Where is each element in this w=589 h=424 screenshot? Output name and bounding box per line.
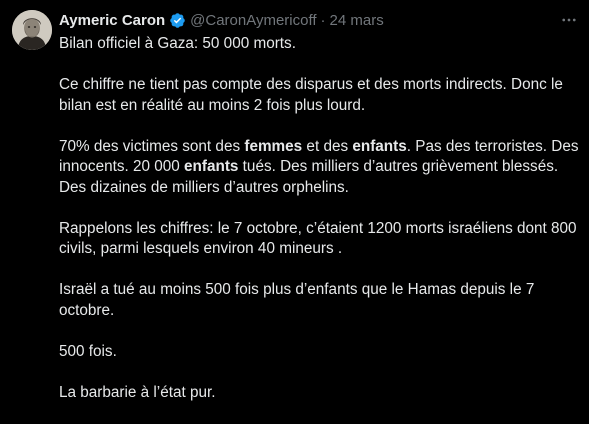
author-handle[interactable]: @CaronAymericoff bbox=[190, 12, 316, 29]
text-segment: 70% des victimes sont des bbox=[59, 137, 245, 155]
bold-text: femmes bbox=[244, 137, 303, 155]
tweet-paragraph: Israël a tué au moins 500 fois plus d’en… bbox=[59, 281, 535, 319]
tweet-paragraph: Bilan officiel à Gaza: 50 000 morts. bbox=[59, 35, 296, 52]
tweet-date[interactable]: 24 mars bbox=[330, 12, 384, 29]
avatar-image bbox=[12, 10, 52, 50]
tweet-paragraph: 70% des victimes sont des femmes et des … bbox=[59, 137, 579, 199]
avatar[interactable] bbox=[12, 10, 52, 50]
tweet-paragraph: La barbarie à l’état pur. bbox=[59, 383, 216, 401]
tweet: Aymeric Caron @CaronAymericoff · 24 mars… bbox=[0, 0, 589, 403]
more-options-icon[interactable] bbox=[559, 10, 579, 30]
tweet-header: Aymeric Caron @CaronAymericoff · 24 mars bbox=[59, 9, 549, 31]
bold-text: enfants bbox=[184, 158, 239, 175]
verified-badge-icon bbox=[169, 12, 186, 29]
author-name[interactable]: Aymeric Caron bbox=[59, 12, 165, 29]
tweet-text: Bilan officiel à Gaza: 50 000 morts. Ce … bbox=[59, 34, 579, 424]
separator-dot: · bbox=[320, 11, 326, 29]
tweet-paragraph: Ce chiffre ne tient pas compte des dispa… bbox=[59, 76, 563, 114]
tweet-paragraph: Rappelons les chiffres: le 7 octobre, c’… bbox=[59, 219, 577, 258]
bold-text: enfants bbox=[352, 137, 407, 155]
text-segment: et des bbox=[302, 137, 353, 155]
tweet-paragraph: 500 fois. bbox=[59, 342, 117, 360]
